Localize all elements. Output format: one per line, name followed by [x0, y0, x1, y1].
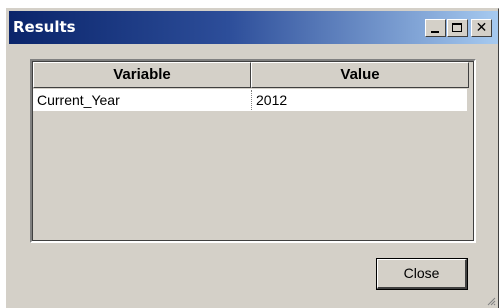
grid-header: Variable Value	[33, 62, 469, 88]
results-grid[interactable]: Variable Value Current_Year 2012	[30, 59, 476, 243]
minimize-icon	[431, 31, 439, 33]
results-window: Results ✕ Variable Value Current_Year 20…	[6, 8, 499, 308]
title-close-button[interactable]: ✕	[471, 19, 492, 37]
minimize-button[interactable]	[425, 19, 446, 37]
table-row[interactable]: Current_Year 2012	[33, 89, 467, 111]
window-title: Results	[13, 18, 76, 36]
column-header-variable[interactable]: Variable	[33, 62, 251, 88]
title-bar[interactable]: Results ✕	[9, 11, 498, 44]
close-icon: ✕	[475, 20, 488, 36]
resize-grip-icon[interactable]	[486, 296, 496, 306]
cell-variable[interactable]: Current_Year	[37, 89, 120, 111]
cell-value[interactable]: 2012	[251, 90, 287, 110]
close-button[interactable]: Close	[376, 258, 468, 290]
maximize-button[interactable]	[447, 19, 468, 37]
maximize-icon	[452, 23, 462, 32]
column-header-value[interactable]: Value	[251, 62, 469, 88]
